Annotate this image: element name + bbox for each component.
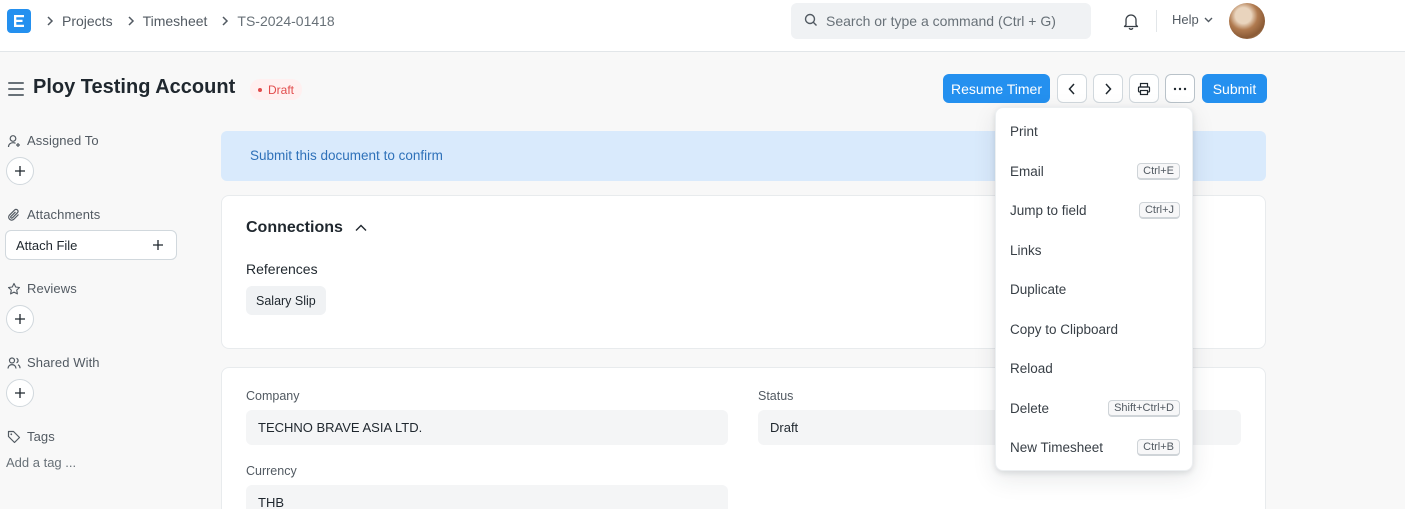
shortcut-badge: Shift+Ctrl+D xyxy=(1108,399,1180,417)
search-icon xyxy=(804,13,818,30)
menu-item-copy-to-clipboard[interactable]: Copy to Clipboard xyxy=(996,312,1194,346)
shortcut-badge: Ctrl+B xyxy=(1137,438,1180,456)
users-icon xyxy=(7,356,21,369)
search-bar[interactable] xyxy=(791,3,1091,39)
menu-item-duplicate[interactable]: Duplicate xyxy=(996,272,1194,306)
menu-item-print[interactable]: Print xyxy=(996,114,1194,148)
breadcrumb-projects[interactable]: Projects xyxy=(62,13,113,29)
add-share-button[interactable] xyxy=(6,379,34,407)
menu-item-label: Email xyxy=(1010,163,1044,179)
plus-icon xyxy=(15,166,25,176)
breadcrumb: Projects Timesheet TS-2024-01418 xyxy=(46,12,349,30)
avatar[interactable] xyxy=(1229,3,1265,39)
chevron-up-icon xyxy=(355,224,367,231)
reviews-label: Reviews xyxy=(7,281,77,296)
navbar: Projects Timesheet TS-2024-01418 Help xyxy=(0,0,1405,52)
menu-item-email[interactable]: Email Ctrl+E xyxy=(996,154,1194,188)
company-label: Company xyxy=(246,389,300,403)
bell-icon[interactable] xyxy=(1121,11,1141,31)
menu-item-label: Reload xyxy=(1010,360,1053,376)
menu-item-jump-to-field[interactable]: Jump to field Ctrl+J xyxy=(996,193,1194,227)
chevron-left-icon xyxy=(1068,82,1075,95)
star-icon xyxy=(7,282,21,294)
tags-text: Tags xyxy=(27,429,55,444)
submit-button[interactable]: Submit xyxy=(1202,74,1267,103)
chevron-right-icon xyxy=(1105,82,1112,95)
shortcut-badge: Ctrl+J xyxy=(1138,201,1180,219)
hamburger-icon[interactable] xyxy=(8,82,24,96)
menu-item-links[interactable]: Links xyxy=(996,233,1194,267)
attachments-text: Attachments xyxy=(27,207,101,222)
status-label: Status xyxy=(758,389,794,403)
paperclip-icon xyxy=(8,208,19,221)
reference-salary-slip[interactable]: Salary Slip xyxy=(246,286,326,315)
status-dot xyxy=(258,87,262,92)
connections-title: Connections xyxy=(246,219,343,236)
assigned-to-label: Assigned To xyxy=(7,133,99,148)
print-button[interactable] xyxy=(1129,74,1159,103)
menu-item-label: Print xyxy=(1010,123,1038,139)
status-badge-label: Draft xyxy=(268,82,295,97)
references-label: References xyxy=(246,261,318,277)
next-doc-button[interactable] xyxy=(1093,74,1123,103)
company-field[interactable]: TECHNO BRAVE ASIA LTD. xyxy=(246,410,728,445)
menu-item-label: Jump to field xyxy=(1010,202,1087,218)
search-input[interactable] xyxy=(826,13,1086,29)
menu-item-label: Duplicate xyxy=(1010,281,1067,297)
chevron-right-icon xyxy=(221,16,229,26)
reviews-text: Reviews xyxy=(27,281,77,296)
tag-icon xyxy=(7,430,21,443)
menu-item-label: Links xyxy=(1010,242,1042,258)
help-dropdown[interactable]: Help xyxy=(1172,12,1213,27)
printer-icon xyxy=(1137,82,1151,95)
menu-item-label: Copy to Clipboard xyxy=(1010,321,1119,337)
previous-doc-button[interactable] xyxy=(1057,74,1087,103)
plus-icon xyxy=(15,314,25,324)
chevron-down-icon xyxy=(1204,17,1213,22)
attachments-label: Attachments xyxy=(7,207,100,222)
add-review-button[interactable] xyxy=(6,305,34,333)
assigned-to-text: Assigned To xyxy=(27,133,99,148)
menu-item-label: New Timesheet xyxy=(1010,439,1104,455)
connections-header[interactable]: Connections xyxy=(246,219,367,237)
currency-field[interactable]: THB xyxy=(246,485,728,509)
user-plus-icon xyxy=(7,134,20,147)
shared-with-text: Shared With xyxy=(27,355,100,370)
menu-item-delete[interactable]: Delete Shift+Ctrl+D xyxy=(996,391,1194,425)
plus-icon xyxy=(153,240,163,250)
shared-with-label: Shared With xyxy=(7,355,100,370)
app-logo-icon[interactable] xyxy=(7,9,31,33)
ellipsis-icon xyxy=(1173,87,1187,90)
help-label: Help xyxy=(1172,12,1199,27)
breadcrumb-document[interactable]: TS-2024-01418 xyxy=(237,13,334,29)
attach-file-label: Attach File xyxy=(16,237,78,253)
status-badge: Draft xyxy=(250,79,303,100)
chevron-right-icon xyxy=(127,16,135,26)
more-actions-button[interactable] xyxy=(1165,74,1195,103)
tags-label: Tags xyxy=(7,429,55,444)
resume-timer-button[interactable]: Resume Timer xyxy=(943,74,1050,103)
menu-item-new-timesheet[interactable]: New Timesheet Ctrl+B xyxy=(996,430,1194,464)
navbar-divider xyxy=(1156,10,1157,32)
plus-icon xyxy=(15,388,25,398)
menu-item-label: Delete xyxy=(1010,400,1050,416)
add-assignee-button[interactable] xyxy=(6,157,34,185)
shortcut-badge: Ctrl+E xyxy=(1137,162,1180,180)
menu-item-reload[interactable]: Reload xyxy=(996,351,1194,385)
add-tag-link[interactable]: Add a tag ... xyxy=(6,455,76,470)
page-title: Ploy Testing Account xyxy=(33,76,236,98)
currency-label: Currency xyxy=(246,464,297,478)
chevron-right-icon xyxy=(46,16,54,26)
more-actions-menu: Print Email Ctrl+E Jump to field Ctrl+J Li… xyxy=(995,107,1193,471)
attach-file-button[interactable]: Attach File xyxy=(5,230,177,260)
breadcrumb-timesheet[interactable]: Timesheet xyxy=(143,13,208,29)
